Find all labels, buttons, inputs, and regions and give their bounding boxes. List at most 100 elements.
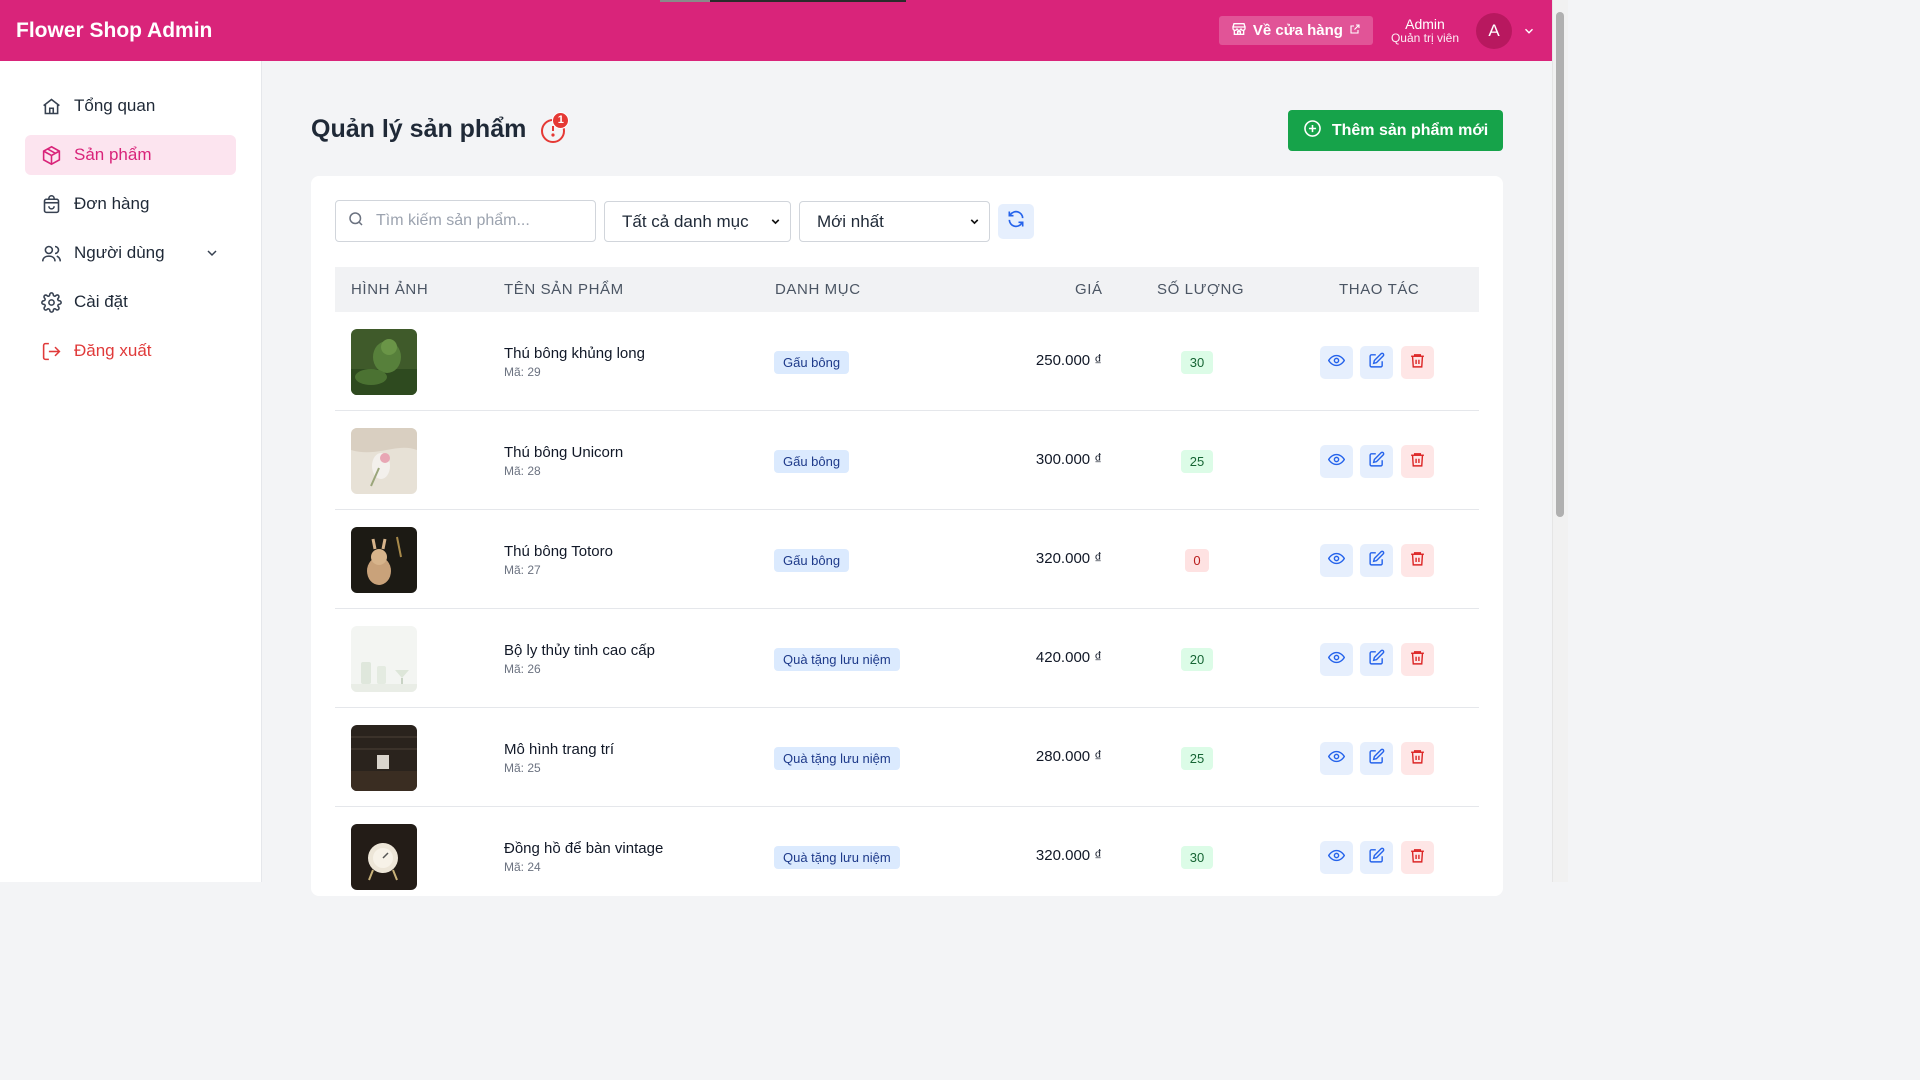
store-icon [1231, 21, 1247, 41]
app-brand[interactable]: Flower Shop Admin [16, 19, 212, 43]
sidebar-item-users[interactable]: Người dùng [25, 233, 236, 273]
column-header-quantity: SỐ LƯỢNG [1157, 281, 1245, 298]
refresh-icon [1006, 209, 1026, 234]
product-price: 320.000 ₫ [1035, 847, 1102, 864]
delete-button[interactable] [1401, 643, 1434, 676]
user-role: Quản trị viên [1390, 30, 1459, 45]
product-image[interactable] [351, 824, 417, 890]
table-row: Mô hình trang trí Mã: 25 Quà tặng lưu ni… [335, 708, 1479, 807]
product-price: 250.000 ₫ [1035, 352, 1102, 369]
product-image[interactable] [351, 329, 417, 395]
product-code: Mã: 29 [504, 365, 541, 379]
category-badge: Gấu bông [774, 450, 850, 473]
delete-button[interactable] [1401, 841, 1434, 874]
view-button[interactable] [1320, 346, 1353, 379]
eye-icon [1327, 352, 1346, 374]
sidebar-item-products[interactable]: Sản phẩm [25, 135, 236, 175]
delete-button[interactable] [1401, 445, 1434, 478]
category-badge: Gấu bông [774, 351, 850, 374]
chevron-down-icon[interactable] [1522, 24, 1536, 38]
column-header-price: GIÁ [1075, 281, 1103, 298]
avatar[interactable]: A [1476, 12, 1512, 49]
sidebar-item-label: Người dùng [74, 243, 165, 262]
view-button[interactable] [1320, 841, 1353, 874]
products-card: Tìm kiếm sản phẩm... Tất cả danh mục Mới… [311, 176, 1503, 896]
table-row: Thú bông khủng long Mã: 29 Gấu bông 250.… [335, 312, 1479, 411]
sidebar-item-overview[interactable]: Tổng quan [25, 86, 236, 126]
search-placeholder: Tìm kiếm sản phẩm... [376, 212, 530, 229]
user-info[interactable]: Admin Quản trị viên [1391, 16, 1459, 46]
column-header-actions: THAO TÁC [1339, 281, 1420, 298]
edit-button[interactable] [1360, 346, 1393, 379]
view-button[interactable] [1320, 445, 1353, 478]
external-link-icon [1349, 22, 1361, 39]
view-button[interactable] [1320, 742, 1353, 775]
sidebar-item-label: Cài đặt [74, 292, 128, 311]
category-select[interactable]: Tất cả danh mục [604, 201, 791, 242]
delete-button[interactable] [1401, 742, 1434, 775]
sidebar-item-orders[interactable]: Đơn hàng [25, 184, 236, 224]
top-bar: Flower Shop Admin Về cửa hàng Admin Quản… [0, 0, 1552, 61]
plus-circle-icon [1303, 119, 1322, 143]
product-price: 320.000 ₫ [1035, 550, 1102, 567]
product-image[interactable] [351, 725, 417, 791]
back-to-store-button[interactable]: Về cửa hàng [1218, 16, 1373, 45]
edit-icon [1368, 352, 1385, 374]
category-badge: Gấu bông [774, 549, 850, 572]
edit-icon [1368, 847, 1385, 869]
chevron-down-icon [769, 215, 782, 228]
page-title-text: Quản lý sản phẩm [311, 115, 527, 143]
delete-button[interactable] [1401, 346, 1434, 379]
view-button[interactable] [1320, 643, 1353, 676]
product-price: 300.000 ₫ [1035, 451, 1102, 468]
column-header-image: HÌNH ẢNH [351, 281, 429, 298]
table-header: HÌNH ẢNH TÊN SẢN PHẨM DANH MỤC GIÁ SỐ LƯ… [335, 267, 1479, 312]
trash-icon [1409, 748, 1426, 770]
eye-icon [1327, 847, 1346, 869]
product-name: Mô hình trang trí [504, 741, 615, 758]
sidebar: Tổng quan Sản phẩm Đơn hàng Người dùng C… [0, 61, 262, 882]
home-icon [40, 95, 62, 117]
user-name: Admin [1405, 15, 1445, 32]
edit-button[interactable] [1360, 643, 1393, 676]
chevron-down-icon[interactable] [204, 245, 220, 261]
notification-badge: 1 [552, 111, 570, 129]
sidebar-item-label: Đăng xuất [74, 341, 152, 360]
product-image[interactable] [351, 626, 417, 692]
search-input[interactable]: Tìm kiếm sản phẩm... [335, 200, 596, 242]
sort-select[interactable]: Mới nhất [799, 201, 990, 242]
page-scrollbar[interactable] [1552, 0, 1568, 882]
product-name: Bộ ly thủy tinh cao cấp [504, 642, 655, 659]
edit-button[interactable] [1360, 544, 1393, 577]
product-code: Mã: 26 [504, 662, 541, 676]
page-title: Quản lý sản phẩm 1 [311, 111, 570, 144]
edit-button[interactable] [1360, 445, 1393, 478]
quantity-badge: 30 [1181, 846, 1213, 869]
scrollbar-thumb[interactable] [1556, 12, 1564, 517]
sidebar-item-logout[interactable]: Đăng xuất [25, 331, 236, 371]
column-header-name: TÊN SẢN PHẨM [504, 281, 624, 298]
table-row: Đồng hồ để bàn vintage Mã: 24 Quà tặng l… [335, 807, 1479, 906]
eye-icon [1327, 451, 1346, 473]
product-image[interactable] [351, 428, 417, 494]
shopping-bag-icon [40, 193, 62, 215]
product-price: 420.000 ₫ [1035, 649, 1102, 666]
refresh-button[interactable] [998, 204, 1034, 239]
edit-button[interactable] [1360, 841, 1393, 874]
add-product-button[interactable]: Thêm sản phẩm mới [1288, 110, 1503, 151]
quantity-badge: 0 [1185, 549, 1209, 572]
delete-button[interactable] [1401, 544, 1434, 577]
category-badge: Quà tặng lưu niệm [774, 846, 900, 869]
view-button[interactable] [1320, 544, 1353, 577]
quantity-badge: 30 [1181, 351, 1213, 374]
product-price: 280.000 ₫ [1035, 748, 1102, 765]
add-product-label: Thêm sản phẩm mới [1331, 121, 1489, 139]
table-row: Bộ ly thủy tinh cao cấp Mã: 26 Quà tặng … [335, 609, 1479, 708]
back-to-store-label: Về cửa hàng [1252, 22, 1343, 39]
edit-icon [1368, 748, 1385, 770]
sidebar-item-settings[interactable]: Cài đặt [25, 282, 236, 322]
product-image[interactable] [351, 527, 417, 593]
edit-button[interactable] [1360, 742, 1393, 775]
help-icon[interactable]: 1 [540, 111, 570, 144]
sidebar-item-label: Sản phẩm [74, 145, 152, 164]
